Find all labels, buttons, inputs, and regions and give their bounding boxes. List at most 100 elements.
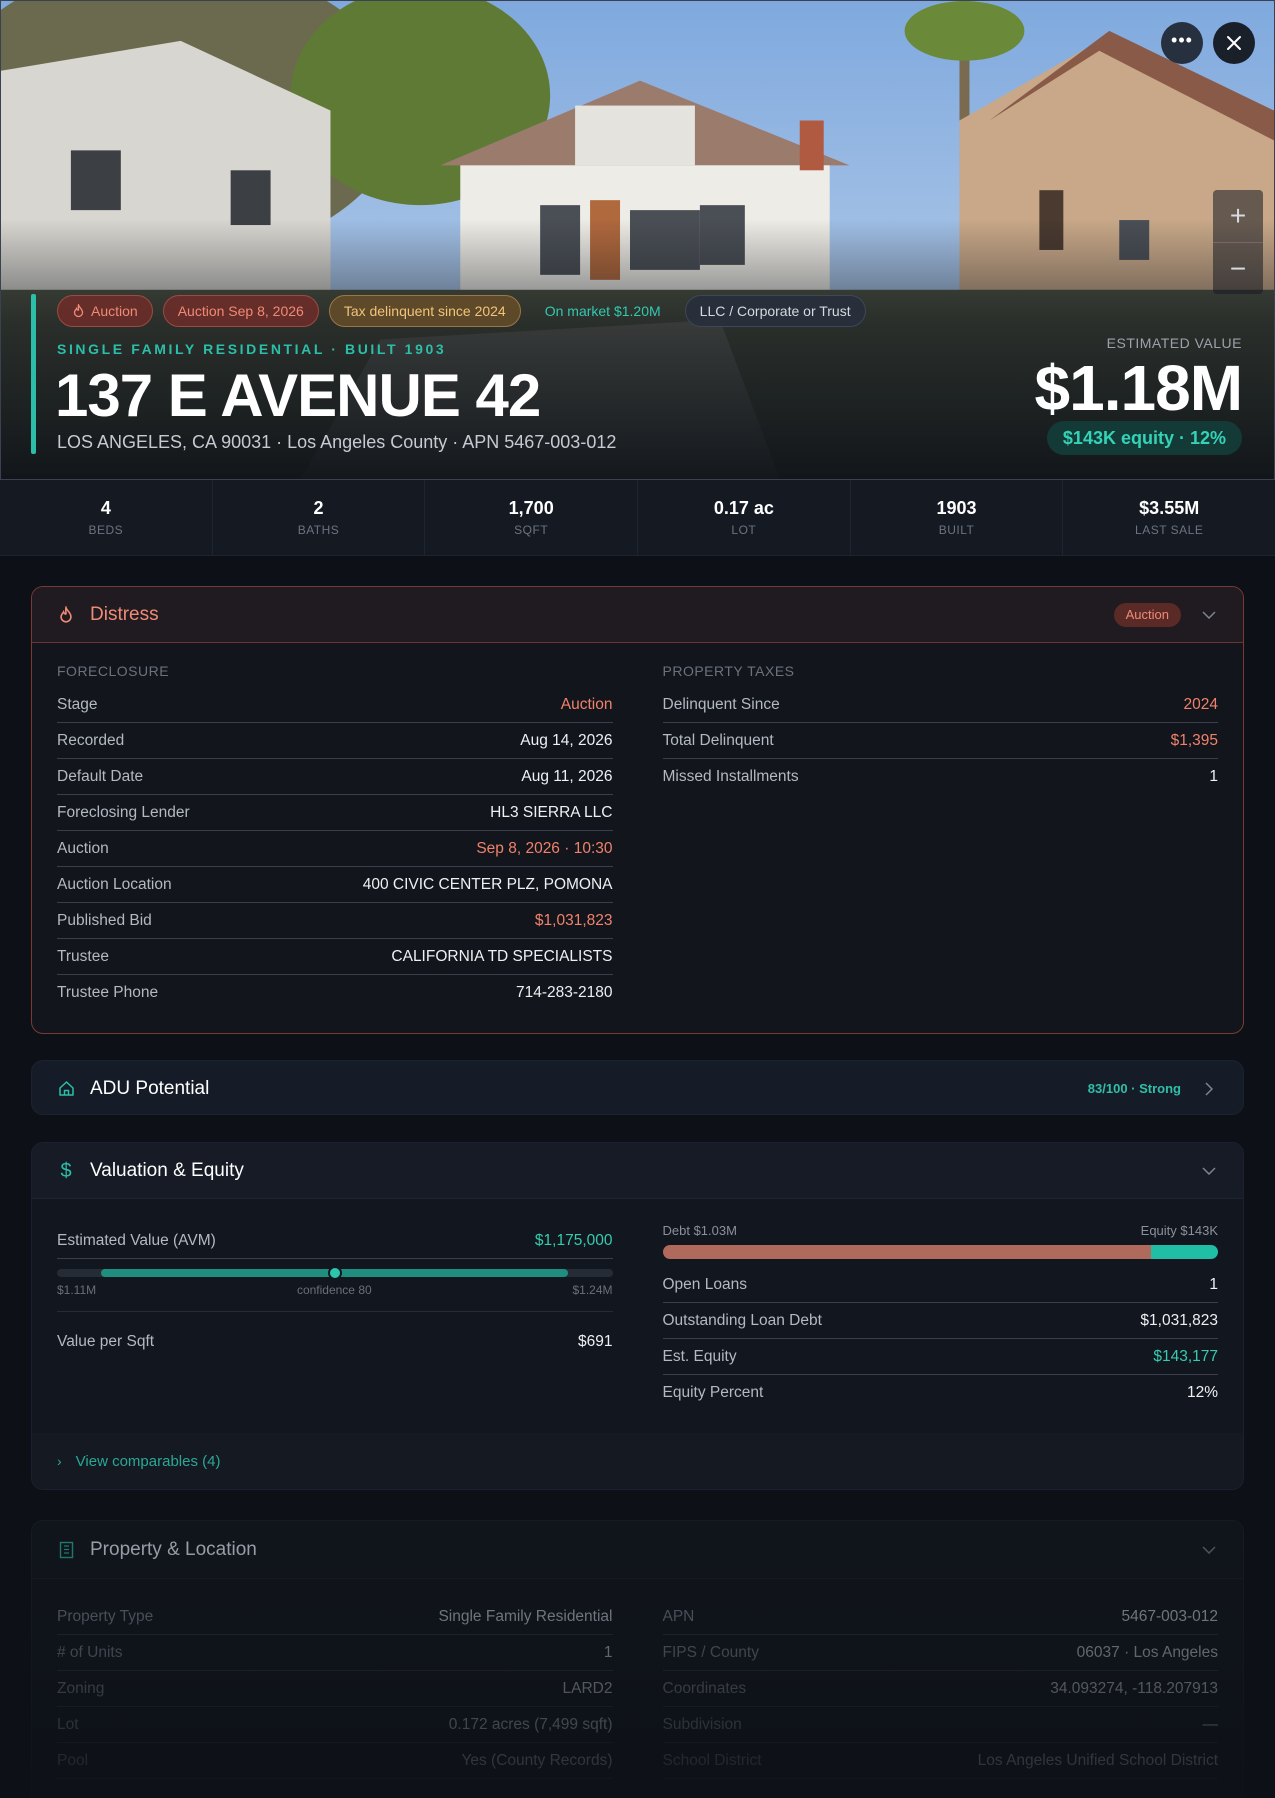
close-icon [1227, 36, 1241, 50]
view-comparables-button[interactable]: › View comparables (4) [32, 1433, 1243, 1489]
row-value: Aug 14, 2026 [520, 731, 613, 749]
valuation-header[interactable]: $ Valuation & Equity [32, 1143, 1243, 1199]
row-key: Recorded [57, 731, 125, 749]
owner-type-badge: LLC / Corporate or Trust [684, 295, 866, 327]
detail-row: Est. Equity $143,177 [662, 1339, 1218, 1375]
row-value: $1,031,823 [534, 911, 613, 929]
adu-potential-card[interactable]: ADU Potential 83/100 · Strong [31, 1060, 1244, 1115]
distress-header[interactable]: Distress Auction [32, 587, 1243, 643]
zoom-out-button[interactable]: − [1213, 242, 1263, 294]
auction-badge: Auction [57, 295, 153, 327]
avm-row: Estimated Value (AVM) $1,175,000 [57, 1223, 613, 1259]
stats-bar: 4 BEDS 2 BATHS 1,700 SQFT 0.17 ac LOT 19… [0, 480, 1275, 556]
adu-header[interactable]: ADU Potential 83/100 · Strong [32, 1061, 1243, 1114]
hero-section: ••• + − Auction Auction Sep 8, 2026 Tax … [0, 0, 1275, 480]
on-market-badge: On market $1.20M [544, 303, 661, 319]
collapse-button[interactable] [1199, 1540, 1219, 1560]
distress-status-badge: Auction [1113, 602, 1181, 627]
detail-row: Coordinates 34.093274, -118.207913 [662, 1671, 1218, 1707]
row-key: Property Type [57, 1607, 154, 1625]
valuation-equity-card: $ Valuation & Equity Estimated Value (AV… [31, 1142, 1244, 1490]
chevron-down-icon [1202, 610, 1216, 619]
zoom-in-button[interactable]: + [1213, 190, 1263, 242]
row-key: Open Loans [662, 1275, 747, 1293]
stat-value: 2 [313, 498, 324, 518]
row-key: Auction [57, 839, 109, 857]
avm-marker [327, 1266, 342, 1280]
detail-row: # of Units 1 [57, 1635, 613, 1671]
detail-row: Subdivision — [662, 1707, 1218, 1743]
detail-row: Open Loans 1 [662, 1267, 1218, 1303]
equity-label: Equity $143K [1140, 1223, 1218, 1238]
close-button[interactable] [1213, 22, 1255, 64]
detail-row: Trustee Phone 714-283-2180 [57, 975, 613, 1011]
row-key: Foreclosing Lender [57, 803, 190, 821]
valuation-title: Valuation & Equity [90, 1159, 244, 1181]
estimated-value: $1.18M [1034, 352, 1243, 424]
range-low: $1.11M [57, 1283, 97, 1297]
row-key: Trustee [57, 947, 109, 965]
row-key: Coordinates [662, 1679, 747, 1697]
row-key: APN [662, 1607, 695, 1625]
foreclosure-column: FORECLOSURE Stage Auction Recorded Aug 14,… [57, 663, 613, 1011]
tax-delinquent-badge: Tax delinquent since 2024 [328, 295, 521, 327]
avm-range-bar [57, 1266, 613, 1280]
detail-row: Stage Auction [57, 687, 613, 723]
more-options-button[interactable]: ••• [1161, 22, 1203, 64]
range-high: $1.24M [572, 1283, 613, 1297]
row-value: 34.093274, -118.207913 [1050, 1679, 1218, 1697]
row-value: Sep 8, 2026 · 10:30 [476, 839, 613, 857]
equity-pill: $143K equity · 12% [1046, 421, 1242, 455]
collapse-button[interactable] [1199, 605, 1219, 625]
stat-value: 4 [100, 498, 111, 518]
auction-badge-label: Auction [91, 303, 138, 319]
property-subtitle: SINGLE FAMILY RESIDENTIAL · BUILT 1903 [57, 341, 447, 357]
row-key: Delinquent Since [662, 695, 780, 713]
chevron-down-icon [1202, 1166, 1216, 1175]
avm-column: Estimated Value (AVM) $1,175,000 $1.11M c… [57, 1223, 613, 1411]
row-key: Zoning [57, 1679, 105, 1697]
property-header[interactable]: Property & Location [32, 1521, 1243, 1579]
foreclosure-label: FORECLOSURE [57, 663, 170, 679]
auction-date-badge: Auction Sep 8, 2026 [162, 295, 319, 327]
row-value: 0.172 acres (7,499 sqft) [448, 1715, 613, 1733]
row-value: Aug 11, 2026 [521, 767, 613, 785]
equity-segment [1151, 1245, 1218, 1259]
row-key: Estimated Value (AVM) [57, 1231, 216, 1249]
property-location-card: Property & Location Property Type Single … [31, 1520, 1244, 1798]
stat-label: BUILT [938, 523, 975, 537]
row-value: 1 [1209, 768, 1218, 785]
row-value: $1,395 [1170, 731, 1218, 749]
stat-value: 1903 [936, 498, 977, 518]
adu-title: ADU Potential [90, 1077, 210, 1099]
row-key: Subdivision [662, 1715, 742, 1733]
property-taxes-column: PROPERTY TAXES Delinquent Since 2024 Tota… [662, 663, 1218, 1011]
detail-row: Lot 0.172 acres (7,499 sqft) [57, 1707, 613, 1743]
row-value: Auction [560, 695, 613, 713]
row-key: Outstanding Loan Debt [662, 1311, 822, 1329]
stat-last-sale: $3.55M LAST SALE [1063, 480, 1275, 555]
row-value: 5467-003-012 [1121, 1607, 1218, 1625]
expand-button[interactable] [1199, 1079, 1219, 1099]
row-value: 12% [1186, 1384, 1218, 1401]
stat-label: BEDS [88, 523, 124, 537]
equity-column: Debt $1.03M Equity $143K Open Loans 1 Out… [662, 1223, 1218, 1411]
detail-row: Total Delinquent $1,395 [662, 723, 1218, 759]
distress-title: Distress [90, 603, 159, 625]
detail-row: Property Type Single Family Residential [57, 1599, 613, 1635]
row-value: 1 [603, 1643, 613, 1661]
row-key: # of Units [57, 1643, 123, 1661]
stat-value: 1,700 [508, 498, 554, 518]
status-badges: Auction Auction Sep 8, 2026 Tax delinque… [57, 295, 866, 327]
home-icon [56, 1079, 76, 1099]
row-value: $691 [578, 1333, 613, 1350]
detail-row: FIPS / County 06037 · Los Angeles [662, 1635, 1218, 1671]
accent-bar [31, 294, 36, 454]
row-key: Equity Percent [662, 1384, 764, 1401]
row-key: Est. Equity [662, 1347, 737, 1365]
photo-zoom-control: + − [1213, 190, 1263, 294]
row-value: 714-283-2180 [515, 984, 613, 1001]
chevron-right-icon: › [57, 1453, 62, 1469]
collapse-button[interactable] [1199, 1161, 1219, 1181]
stat-built: 1903 BUILT [851, 480, 1064, 555]
